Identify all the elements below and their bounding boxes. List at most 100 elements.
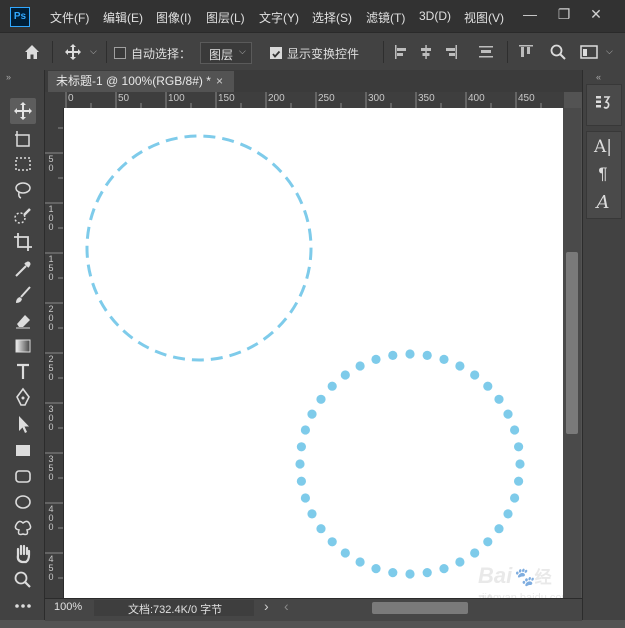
vertical-ruler: 5 0 1 0 0 1 5 0 2 0 0 2 5 0 3 0 0 3 5 0 … [45, 108, 64, 598]
vertical-scroll-thumb[interactable] [566, 252, 578, 434]
align-center-icon[interactable] [417, 43, 435, 61]
circle-dot [503, 409, 513, 419]
document-tab-title: 未标题-1 @ 100%(RGB/8#) * [56, 74, 211, 88]
brush-tool-icon[interactable] [10, 282, 36, 308]
ruler-label: 1 0 0 [48, 204, 54, 232]
menu-type[interactable]: 文字(Y) [259, 9, 299, 26]
circle-dot [295, 459, 305, 469]
status-menu-arrow[interactable]: › [264, 598, 269, 614]
rectangle-tool-icon[interactable] [10, 437, 36, 463]
gradient-tool-icon[interactable] [10, 333, 36, 359]
home-icon[interactable] [22, 42, 42, 62]
circle-dot [503, 509, 513, 519]
crop-tool-icon[interactable] [10, 229, 36, 255]
restore-icon[interactable]: ❐ [553, 4, 575, 24]
eraser-tool-icon[interactable] [10, 307, 36, 333]
quick-selection-tool-icon[interactable] [10, 203, 36, 229]
paragraph-icon[interactable]: ¶ [586, 164, 620, 184]
horizontal-ruler: 0 50 100 150 200 250 300 350 400 450 [64, 92, 564, 109]
circle-dot [510, 493, 520, 503]
circle-dot [514, 442, 524, 452]
circle-dot [300, 493, 310, 503]
zoom-tool-icon[interactable] [10, 567, 36, 593]
history-icon[interactable] [586, 92, 620, 117]
circle-dot [296, 442, 306, 452]
workspace-window-icon[interactable] [580, 44, 600, 60]
menu-edit[interactable]: 编辑(E) [103, 9, 143, 26]
more-tools-icon[interactable] [10, 593, 36, 619]
search-icon[interactable] [549, 43, 567, 61]
move-tool-icon[interactable] [64, 43, 82, 61]
circle-dot [439, 564, 449, 574]
circle-dot [422, 350, 432, 360]
rounded-rectangle-tool-icon[interactable] [10, 463, 36, 489]
ruler-label: 2 0 0 [48, 304, 54, 332]
ruler-label: 3 5 0 [48, 454, 54, 482]
menu-filter[interactable]: 滤镜(T) [366, 9, 405, 26]
circle-dot [307, 409, 317, 419]
distribute-icon[interactable] [477, 43, 495, 61]
scroll-left-arrow[interactable]: ‹ [284, 598, 289, 614]
artboard-tool-icon[interactable] [10, 126, 36, 152]
lasso-tool-icon[interactable] [10, 177, 36, 203]
circle-dot [515, 459, 525, 469]
circle-dot [316, 524, 326, 534]
circle-dot [470, 370, 480, 380]
horizontal-scroll-thumb[interactable] [372, 602, 468, 614]
circle-dot [405, 569, 415, 579]
ruler-label: 150 [218, 93, 235, 104]
document-canvas[interactable]: Bai🐾经验 jingyan.baidu.com [64, 108, 571, 613]
align-right-icon[interactable] [442, 43, 460, 61]
circle-dot [371, 564, 381, 574]
marquee-tool-icon[interactable] [10, 151, 36, 177]
circle-dot [388, 568, 398, 578]
chevron-down-icon[interactable]: ⌵ [90, 46, 97, 57]
circle-dot [355, 557, 365, 567]
menu-select[interactable]: 选择(S) [312, 9, 352, 26]
ruler-label: 250 [318, 93, 335, 104]
menu-view[interactable]: 视图(V) [464, 9, 504, 26]
collapse-panel-icon[interactable]: « [596, 72, 601, 82]
hand-tool-icon[interactable] [10, 541, 36, 567]
menu-image[interactable]: 图像(I) [156, 9, 191, 26]
align-left-icon[interactable] [392, 43, 410, 61]
glyphs-icon[interactable]: A [586, 192, 620, 213]
close-window-icon[interactable]: ✕ [585, 4, 607, 24]
path-selection-tool-icon[interactable] [10, 411, 36, 437]
show-transform-checkbox[interactable] [270, 47, 282, 59]
align-top-icon[interactable] [517, 43, 535, 61]
circle-dot [494, 394, 504, 404]
show-transform-label: 显示变换控件 [287, 47, 360, 61]
ruler-label: 4 0 0 [48, 504, 54, 532]
custom-shape-tool-icon[interactable] [10, 515, 36, 541]
menu-layer[interactable]: 图层(L) [206, 9, 245, 26]
document-tab[interactable]: 未标题-1 @ 100%(RGB/8#) * × [48, 71, 234, 92]
menu-file[interactable]: 文件(F) [50, 9, 89, 26]
circle-dot [483, 381, 493, 391]
close-tab-icon[interactable]: × [216, 71, 223, 92]
character-icon[interactable]: A| [586, 137, 620, 157]
eyedropper-tool-icon[interactable] [10, 256, 36, 282]
type-tool-icon[interactable] [10, 359, 36, 385]
ruler-corner [45, 92, 64, 108]
circle-dot [307, 509, 317, 519]
collapse-panel-icon[interactable]: » [6, 72, 11, 82]
minimize-icon[interactable]: — [519, 4, 541, 24]
ruler-label: 1 5 0 [48, 254, 54, 282]
pen-tool-icon[interactable] [10, 385, 36, 411]
layer-select-dropdown[interactable]: 图层 ⌵ [200, 42, 252, 64]
circle-dot [340, 370, 350, 380]
menu-3d[interactable]: 3D(D) [419, 9, 451, 23]
auto-select-checkbox[interactable] [114, 47, 126, 59]
chevron-down-icon[interactable]: ⌵ [606, 46, 613, 57]
ellipse-tool-icon[interactable] [10, 489, 36, 515]
ruler-label: 2 5 0 [48, 354, 54, 382]
dotted-circle [295, 349, 525, 579]
paw-icon: 🐾 [512, 567, 535, 587]
zoom-level[interactable]: 100% [54, 601, 82, 613]
ruler-label: 3 0 0 [48, 404, 54, 432]
move-tool-icon[interactable] [10, 98, 36, 124]
circle-dot [371, 354, 381, 364]
circle-dot [455, 361, 465, 371]
circle-dot [300, 425, 310, 435]
